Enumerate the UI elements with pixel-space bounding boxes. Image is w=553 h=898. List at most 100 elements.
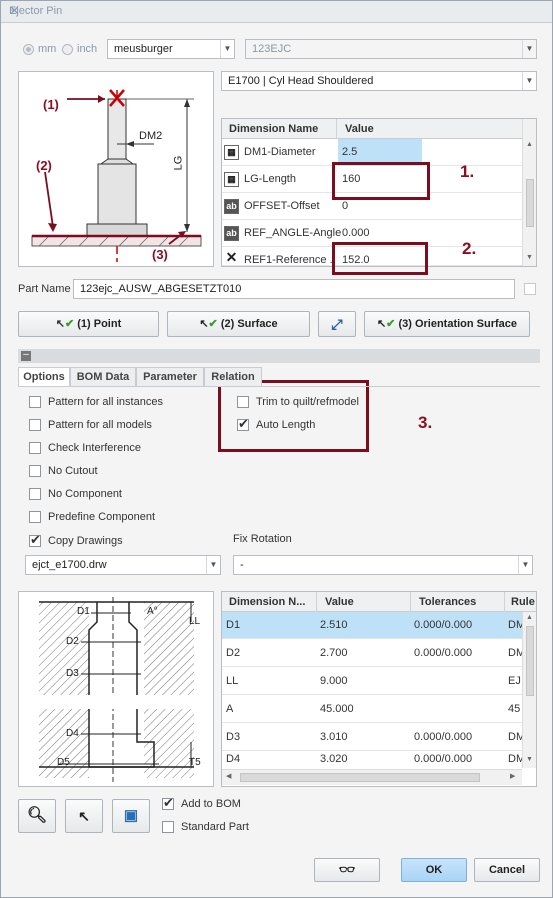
part-name-value: 123ejc_AUSW_ABGESETZT010 <box>80 283 242 295</box>
row-tolerance[interactable]: 0.000/0.000 <box>414 640 472 667</box>
part-name-label: Part Name <box>18 283 71 295</box>
chevron-down-icon: ▼ <box>522 40 536 58</box>
collapse-icon[interactable]: – <box>21 350 31 361</box>
row-rule: 45 <box>508 703 521 715</box>
row-value[interactable]: 3.020 <box>320 752 348 768</box>
catalog-value: 123EJC <box>252 43 292 55</box>
scroll-thumb[interactable] <box>526 179 534 227</box>
auto-length-checkbox[interactable] <box>237 416 249 432</box>
row-value[interactable]: 9.000 <box>320 668 348 695</box>
cancel-button[interactable]: Cancel <box>474 858 540 882</box>
table-row[interactable]: D2 2.700 0.000/0.000 DM <box>222 640 525 667</box>
type-select[interactable]: E1700 | Cyl Head Shouldered ▼ <box>221 71 537 91</box>
tab-relation[interactable]: Relation <box>204 367 262 386</box>
save-button[interactable]: ▣ <box>112 799 150 833</box>
scroll-down-icon[interactable]: ▼ <box>526 254 533 261</box>
mm-radio[interactable] <box>23 44 34 55</box>
standard-part-checkbox[interactable] <box>162 821 174 833</box>
scroll-thumb[interactable] <box>526 626 534 696</box>
scroll-up-icon[interactable]: ▲ <box>526 614 533 621</box>
table-row[interactable]: D3 3.010 0.000/0.000 DM <box>222 724 525 751</box>
row-name: D3 <box>226 731 241 743</box>
close-icon[interactable]: ✕ <box>9 3 542 19</box>
check-interference-checkbox[interactable] <box>29 442 41 454</box>
row-value[interactable]: 45.000 <box>320 696 354 723</box>
reference-x-icon: ✕ <box>224 249 239 265</box>
orientation-surface-button[interactable]: ↖✔ (3) Orientation Surface <box>364 311 530 337</box>
row-value[interactable]: 3.010 <box>320 724 348 751</box>
floppy-disk-icon: ▣ <box>123 807 139 824</box>
vertical-scrollbar[interactable]: ▲ ▼ <box>522 612 536 768</box>
flip-direction-button[interactable]: ⤢ <box>318 311 356 337</box>
tab-divider <box>18 386 540 387</box>
orientation-surface-label: (3) Orientation Surface <box>398 318 518 330</box>
row-name: OFFSET-Offset <box>244 200 320 212</box>
label-d4: D4 <box>66 728 79 739</box>
copy-drawings-checkbox[interactable] <box>29 532 41 548</box>
surface-button[interactable]: ↖✔ (2) Surface <box>167 311 310 337</box>
ok-button[interactable]: OK <box>401 858 467 882</box>
fix-rotation-select[interactable]: - ▼ <box>233 555 533 575</box>
add-to-bom-label: Add to BOM <box>181 798 241 810</box>
scroll-up-icon[interactable]: ▲ <box>526 141 533 148</box>
scroll-right-icon[interactable]: ▶ <box>510 772 515 780</box>
trim-quilt-checkbox[interactable] <box>237 396 249 408</box>
drawing-select[interactable]: ejct_e1700.drw ▼ <box>25 555 221 575</box>
tab-bom-data[interactable]: BOM Data <box>70 367 136 386</box>
inch-radio[interactable] <box>62 44 73 55</box>
row-value[interactable]: 2.700 <box>320 640 348 667</box>
catalog-select[interactable]: 123EJC ▼ <box>245 39 537 59</box>
row-tolerance[interactable]: 0.000/0.000 <box>414 752 472 768</box>
horizontal-scrollbar[interactable]: ◀ ▶ <box>222 769 522 785</box>
row-name: REF_ANGLE-Angle <box>244 227 342 239</box>
chevron-down-icon: ▼ <box>206 556 220 574</box>
pocket-table-header: Dimension N... Value Tolerances Rule <box>222 592 536 612</box>
label-d2: D2 <box>66 636 79 647</box>
no-cutout-checkbox[interactable] <box>29 465 41 477</box>
part-name-input[interactable]: 123ejc_AUSW_ABGESETZT010 <box>73 279 515 299</box>
fix-rotation-label: Fix Rotation <box>233 533 292 545</box>
pattern-all-instances-checkbox[interactable] <box>29 396 41 408</box>
section-collapse-bar[interactable]: – <box>18 349 540 363</box>
row-value[interactable]: 2.510 <box>320 612 348 639</box>
supplier-value: meusburger <box>114 43 173 55</box>
add-to-bom-checkbox[interactable] <box>162 795 174 811</box>
flip-arrows-icon: ⤢ <box>331 316 343 332</box>
search-catalog-button[interactable]: 🔍︎ <box>18 799 56 833</box>
part-name-checkbox[interactable] <box>524 283 536 295</box>
annotation-number-3: 3. <box>418 413 433 432</box>
row-tolerance[interactable]: 0.000/0.000 <box>414 612 472 639</box>
cursor-check-icon: ↖✔ <box>376 318 396 330</box>
table-row[interactable]: LL 9.000 EJ <box>222 668 522 695</box>
table-row[interactable]: D1 2.510 0.000/0.000 DM <box>222 612 525 639</box>
vertical-scrollbar[interactable]: ▲ ▼ <box>522 119 536 266</box>
scroll-left-icon[interactable]: ◀ <box>226 772 231 780</box>
tab-options[interactable]: Options <box>18 367 70 387</box>
tab-parameter[interactable]: Parameter <box>136 367 204 386</box>
label-t5: T5 <box>189 757 201 768</box>
row-name: D4 <box>226 753 241 765</box>
type-value: E1700 | Cyl Head Shouldered <box>228 75 374 87</box>
no-component-checkbox[interactable] <box>29 488 41 500</box>
header-rule: Rule <box>504 592 535 612</box>
supplier-select[interactable]: meusburger ▼ <box>107 39 235 59</box>
point-button[interactable]: ↖✔ (1) Point <box>18 311 159 337</box>
predefine-component-checkbox[interactable] <box>29 511 41 523</box>
header-value: Value <box>336 119 374 139</box>
annotation-box-1 <box>332 162 430 200</box>
table-row[interactable]: D4 3.020 0.000/0.000 DM <box>222 752 522 768</box>
pick-model-button[interactable]: ↖ <box>65 799 103 833</box>
hscroll-thumb[interactable] <box>240 773 480 782</box>
row-rule: DM <box>508 753 522 765</box>
row-name: DM1-Diameter <box>244 146 316 158</box>
scroll-down-icon[interactable]: ▼ <box>526 756 533 763</box>
dimension-table-header: Dimension Name Value <box>222 119 522 139</box>
row-tolerance[interactable]: 0.000/0.000 <box>414 724 472 751</box>
pocket-dimension-diagram: D1 A° LL D2 D3 D4 D5 T5 <box>18 591 214 787</box>
ejector-pin-diagram: (1) (2) (3) DM2 LG <box>18 71 214 267</box>
predefine-component-label: Predefine Component <box>48 511 156 523</box>
annotation-box-2 <box>332 242 428 275</box>
table-row[interactable]: A 45.000 45 <box>222 696 522 723</box>
pattern-all-models-checkbox[interactable] <box>29 419 41 431</box>
preview-button[interactable]: 👓︎ <box>314 858 380 882</box>
